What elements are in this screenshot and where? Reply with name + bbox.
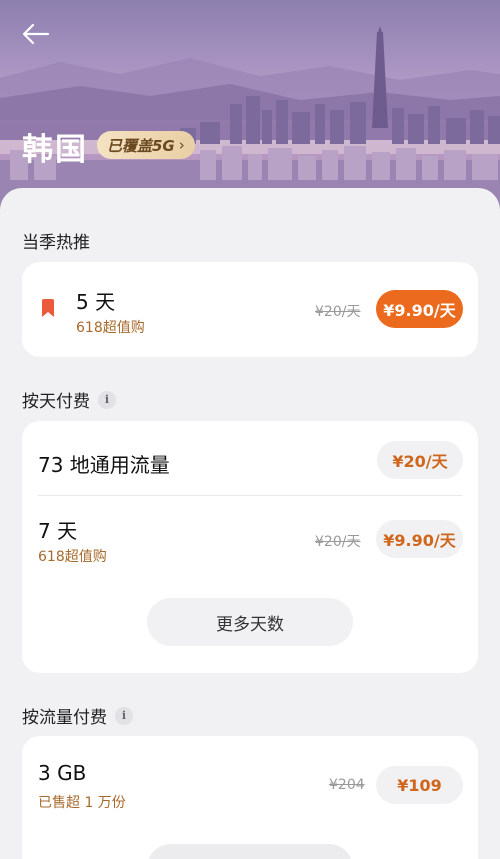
section-title-traffic: 按流量付费 i — [22, 703, 133, 728]
country-title: 韩国 — [22, 132, 88, 168]
more-traffic-button[interactable] — [147, 844, 353, 859]
plan-name: 7 天 — [38, 519, 78, 543]
divider — [38, 495, 462, 496]
plan-name: 73 地通用流量 — [38, 453, 170, 477]
original-price: ¥20/天 — [315, 304, 361, 320]
seasonal-card[interactable]: 5 天 618超值购 ¥20/天 ¥9.90/天 — [22, 262, 478, 357]
5g-coverage-badge[interactable]: 已覆盖5G › — [97, 131, 195, 159]
traffic-card: 3 GB 已售超 1 万份 ¥204 ¥109 — [22, 736, 478, 859]
section-title-seasonal: 当季热推 — [22, 228, 90, 253]
arrow-left-icon — [22, 23, 50, 45]
section-title-text: 按天付费 — [22, 392, 90, 412]
daily-card: 73 地通用流量 ¥20/天 7 天 618超值购 ¥20/天 ¥9.90/天 … — [22, 421, 478, 673]
chevron-right-icon: › — [178, 136, 185, 154]
back-button[interactable] — [20, 22, 56, 56]
plan-subtitle: 618超值购 — [76, 320, 145, 336]
more-days-button[interactable]: 更多天数 — [147, 598, 353, 646]
original-price: ¥204 — [329, 777, 365, 793]
info-icon[interactable]: i — [115, 706, 133, 725]
section-title-text: 按流量付费 — [22, 708, 107, 728]
section-title-text: 当季热推 — [22, 233, 90, 253]
content-sheet: 当季热推 5 天 618超值购 ¥20/天 ¥9.90/天 按天付费 i 73 … — [0, 188, 500, 859]
original-price: ¥20/天 — [315, 534, 361, 550]
city-skyline-image — [0, 26, 500, 215]
section-title-daily: 按天付费 i — [22, 387, 116, 412]
info-icon[interactable]: i — [98, 390, 116, 409]
plan-name: 3 GB — [38, 761, 87, 785]
badge-label: 已覆盖5G — [107, 136, 175, 155]
buy-price-button[interactable]: ¥9.90/天 — [376, 520, 463, 558]
bookmark-icon — [42, 299, 54, 317]
buy-price-button[interactable]: ¥109 — [376, 766, 463, 804]
plan-subtitle: 618超值购 — [38, 549, 107, 565]
buy-price-button[interactable]: ¥20/天 — [377, 441, 463, 479]
plan-name: 5 天 — [76, 290, 116, 314]
buy-price-button[interactable]: ¥9.90/天 — [376, 290, 463, 328]
hero-banner: 韩国 已覆盖5G › — [0, 0, 500, 215]
plan-subtitle: 已售超 1 万份 — [38, 795, 126, 811]
